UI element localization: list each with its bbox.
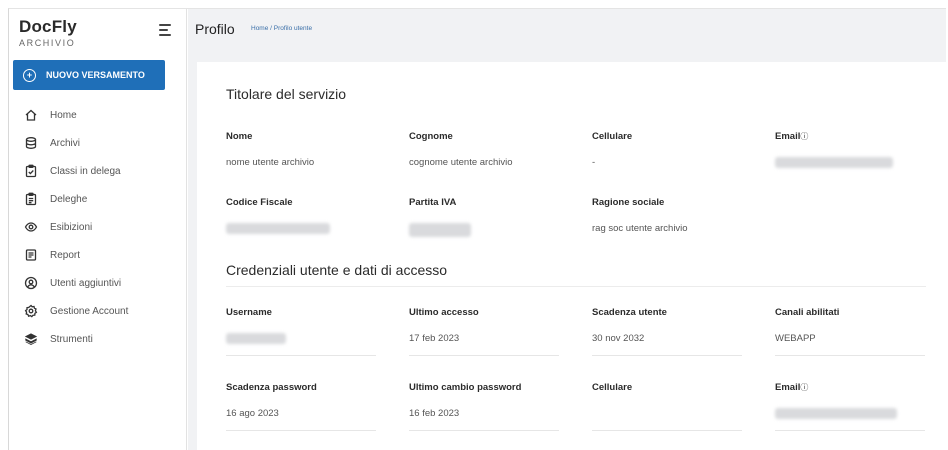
field-label: Scadenza password — [226, 382, 317, 393]
sidebar-item-home[interactable]: Home — [9, 101, 187, 129]
section-title-titolare: Titolare del servizio — [226, 86, 347, 102]
field-label: Codice Fiscale — [226, 197, 293, 208]
field-cellulare: Cellulare - — [592, 131, 742, 169]
redacted-value — [226, 223, 330, 234]
field-value: cognome utente archivio — [409, 157, 513, 168]
info-icon[interactable]: ⓘ — [800, 383, 808, 392]
field-label: Email — [775, 131, 801, 142]
sidebar-item-label: Report — [50, 249, 81, 261]
sidebar: DocFly ARCHIVIO + NUOVO VERSAMENTO Home … — [9, 9, 187, 450]
field-underline — [592, 430, 742, 431]
field-label: Ultimo accesso — [409, 307, 479, 318]
brand-subtitle: ARCHIVIO — [19, 38, 76, 48]
user-circle-icon — [24, 276, 38, 290]
field-nome: Nome nome utente archivio — [226, 131, 376, 169]
sidebar-item-utenti-aggiuntivi[interactable]: Utenti aggiuntivi — [9, 269, 187, 297]
info-icon[interactable]: ⓘ — [800, 132, 808, 141]
field-value: 16 ago 2023 — [226, 408, 279, 419]
field-value: 16 feb 2023 — [409, 408, 460, 419]
field-email-accesso: Emailⓘ — [775, 382, 925, 431]
field-underline — [775, 430, 925, 431]
field-cognome: Cognome cognome utente archivio — [409, 131, 559, 169]
field-ultimo-cambio-password: Ultimo cambio password 16 feb 2023 — [409, 382, 559, 431]
field-ragione-sociale: Ragione sociale rag soc utente archivio — [592, 197, 742, 235]
sidebar-item-label: Deleghe — [50, 193, 88, 205]
sidebar-item-label: Utenti aggiuntivi — [50, 277, 122, 289]
sidebar-item-label: Home — [50, 109, 77, 121]
field-underline — [409, 430, 559, 431]
field-underline — [409, 355, 559, 356]
sidebar-item-label: Esibizioni — [50, 221, 93, 233]
field-value: - — [592, 157, 596, 168]
brand-logo[interactable]: DocFly ARCHIVIO — [19, 17, 77, 48]
field-label: Scadenza utente — [592, 307, 667, 318]
sidebar-item-classi-in-delega[interactable]: Classi in delega — [9, 157, 187, 185]
field-scadenza-utente: Scadenza utente 30 nov 2032 — [592, 307, 742, 356]
sidebar-item-strumenti[interactable]: Strumenti — [9, 325, 187, 353]
field-codice-fiscale: Codice Fiscale — [226, 197, 376, 235]
home-icon — [24, 108, 38, 122]
sidebar-item-gestione-account[interactable]: Gestione Account — [9, 297, 187, 325]
field-canali-abilitati: Canali abilitati WEBAPP — [775, 307, 925, 356]
field-email: Emailⓘ — [775, 131, 925, 169]
sidebar-item-report[interactable]: Report — [9, 241, 187, 269]
field-username: Username — [226, 307, 376, 356]
field-underline — [226, 355, 376, 356]
field-underline — [592, 355, 742, 356]
brand-name: DocFly — [19, 17, 77, 36]
page-header: Profilo Home / Profilo utente — [188, 9, 946, 49]
redacted-value — [409, 223, 471, 237]
field-label: Cellulare — [592, 382, 633, 393]
field-underline — [775, 355, 925, 356]
field-scadenza-password: Scadenza password 16 ago 2023 — [226, 382, 376, 431]
sidebar-item-archivi[interactable]: Archivi — [9, 129, 187, 157]
field-label: Username — [226, 307, 272, 318]
field-ultimo-accesso: Ultimo accesso 17 feb 2023 — [409, 307, 559, 356]
page-title: Profilo — [195, 21, 235, 37]
section-title-credenziali: Credenziali utente e dati di accesso — [226, 262, 448, 278]
plus-circle-icon: + — [23, 68, 36, 82]
eye-icon — [24, 220, 38, 234]
section-divider — [226, 286, 926, 287]
sidebar-item-deleghe[interactable]: Deleghe — [9, 185, 187, 213]
field-label: Email — [775, 382, 801, 393]
field-label: Ultimo cambio password — [409, 382, 522, 393]
field-label: Canali abilitati — [775, 307, 840, 318]
field-label: Nome — [226, 131, 253, 142]
menu-toggle-icon[interactable] — [159, 24, 171, 39]
field-label: Ragione sociale — [592, 197, 665, 208]
field-label: Cellulare — [592, 131, 633, 142]
field-label: Partita IVA — [409, 197, 457, 208]
new-submission-button[interactable]: + NUOVO VERSAMENTO — [13, 60, 165, 90]
breadcrumb[interactable]: Home / Profilo utente — [251, 25, 312, 32]
field-cellulare-accesso: Cellulare — [592, 382, 742, 431]
redacted-value — [226, 333, 286, 344]
gear-icon — [24, 304, 38, 318]
field-value: 30 nov 2032 — [592, 333, 645, 344]
field-value: nome utente archivio — [226, 157, 315, 168]
field-value: rag soc utente archivio — [592, 223, 688, 234]
sidebar-item-label: Gestione Account — [50, 305, 129, 317]
field-value: 17 feb 2023 — [409, 333, 460, 344]
sidebar-item-label: Classi in delega — [50, 165, 121, 177]
redacted-value — [775, 408, 897, 419]
sidebar-item-label: Archivi — [50, 137, 81, 149]
clipboard-check-icon — [24, 164, 38, 178]
report-icon — [24, 248, 38, 262]
field-underline — [226, 430, 376, 431]
sidebar-nav: Home Archivi Classi in delega Deleghe Es… — [9, 101, 187, 353]
database-icon — [24, 136, 38, 150]
sidebar-item-esibizioni[interactable]: Esibizioni — [9, 213, 187, 241]
redacted-value — [775, 157, 893, 168]
field-label: Cognome — [409, 131, 453, 142]
sidebar-item-label: Strumenti — [50, 333, 93, 345]
new-submission-label: NUOVO VERSAMENTO — [46, 70, 145, 80]
clipboard-list-icon — [24, 192, 38, 206]
layers-icon — [24, 332, 38, 346]
field-partita-iva: Partita IVA — [409, 197, 559, 237]
field-value: WEBAPP — [775, 333, 816, 344]
